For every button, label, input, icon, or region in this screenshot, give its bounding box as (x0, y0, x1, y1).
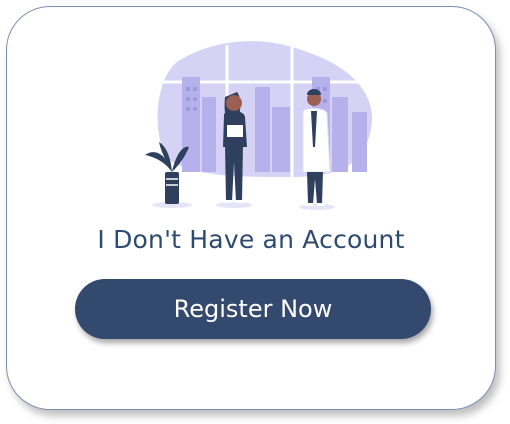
account-card: I Don't Have an Account Register Now (6, 6, 496, 410)
register-now-button[interactable]: Register Now (75, 279, 431, 339)
account-headline: I Don't Have an Account (97, 225, 405, 254)
doctors-illustration (145, 41, 377, 210)
